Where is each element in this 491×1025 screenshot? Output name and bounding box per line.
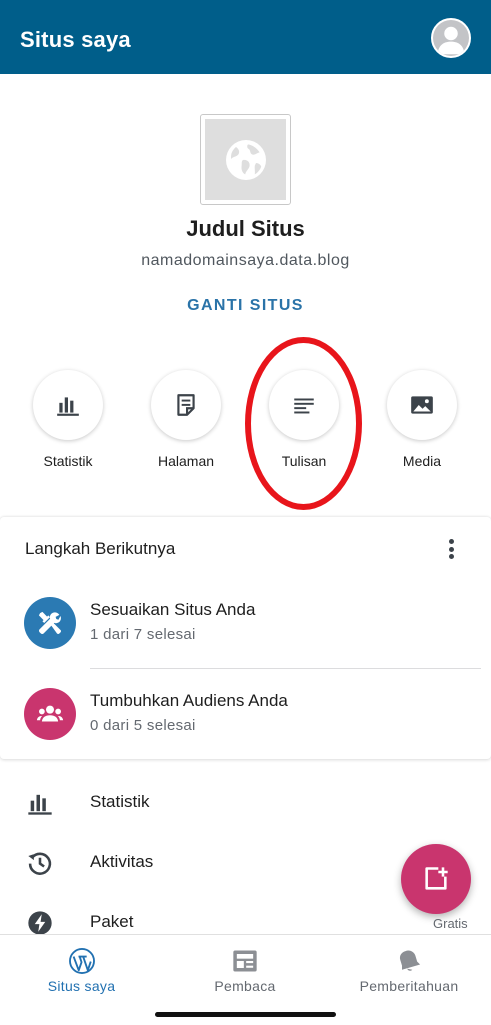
card-title: Langkah Berikutnya <box>25 539 176 558</box>
bell-icon <box>399 950 421 971</box>
more-options-icon[interactable] <box>440 537 462 561</box>
quick-action-posts[interactable]: Tulisan <box>254 370 354 469</box>
task-grow-audience[interactable]: Tumbuhkan Audiens Anda 0 dari 5 selesai <box>0 679 491 749</box>
home-indicator[interactable] <box>155 1012 336 1017</box>
globe-icon <box>225 139 266 180</box>
next-steps-card: Langkah Berikutnya Sesuaikan Situs Anda … <box>0 517 491 759</box>
task-title: Sesuaikan Situs Anda <box>90 600 256 619</box>
task-customize-site[interactable]: Sesuaikan Situs Anda 1 dari 7 selesai <box>0 588 491 658</box>
quick-action-media[interactable]: Media <box>372 370 472 469</box>
switch-site-button[interactable]: GANTI SITUS <box>0 297 491 315</box>
user-avatar-icon <box>433 20 469 56</box>
menu-label: Statistik <box>90 792 150 811</box>
tools-icon <box>24 597 76 649</box>
quick-action-label: Halaman <box>157 453 215 469</box>
avatar[interactable] <box>431 18 471 58</box>
menu-label: Paket <box>90 912 134 931</box>
app-bar: Situs saya <box>0 0 491 74</box>
wordpress-icon <box>68 948 95 974</box>
menu-item-stats[interactable]: Statistik <box>0 777 400 827</box>
nav-my-site[interactable]: Situs saya <box>0 935 163 1005</box>
site-icon[interactable] <box>200 114 291 205</box>
quick-action-label: Tulisan <box>281 453 327 469</box>
page-title: Situs saya <box>20 27 131 52</box>
nav-reader[interactable]: Pembaca <box>163 935 327 1005</box>
quick-action-label: Media <box>402 453 442 469</box>
create-post-button[interactable] <box>401 844 471 914</box>
history-icon <box>28 852 52 875</box>
nav-label: Situs saya <box>47 978 116 994</box>
task-progress: 0 dari 5 selesai <box>90 717 196 734</box>
quick-action-stats[interactable]: Statistik <box>18 370 118 469</box>
site-title[interactable]: Judul Situs <box>0 216 491 242</box>
site-url[interactable]: namadomainsaya.data.blog <box>0 252 491 270</box>
quick-action-label: Statistik <box>43 453 93 469</box>
reader-icon <box>233 950 257 972</box>
new-post-icon <box>425 867 448 890</box>
bar-chart-icon <box>57 397 79 416</box>
divider <box>90 668 481 669</box>
quick-action-pages[interactable]: Halaman <box>136 370 236 469</box>
menu-label: Aktivitas <box>90 852 154 871</box>
nav-notifications[interactable]: Pemberitahuan <box>327 935 491 1005</box>
nav-label: Pembaca <box>214 978 276 994</box>
menu-item-activity[interactable]: Aktivitas <box>0 837 400 887</box>
task-title: Tumbuhkan Audiens Anda <box>90 691 288 710</box>
task-progress: 1 dari 7 selesai <box>90 626 196 643</box>
posts-icon <box>294 398 314 414</box>
plan-badge: Gratis <box>433 916 468 931</box>
nav-label: Pemberitahuan <box>359 978 459 994</box>
page-icon <box>177 394 195 416</box>
people-icon <box>24 688 76 740</box>
bar-chart-icon <box>28 794 52 815</box>
image-icon <box>411 396 433 414</box>
plan-icon <box>28 911 52 935</box>
